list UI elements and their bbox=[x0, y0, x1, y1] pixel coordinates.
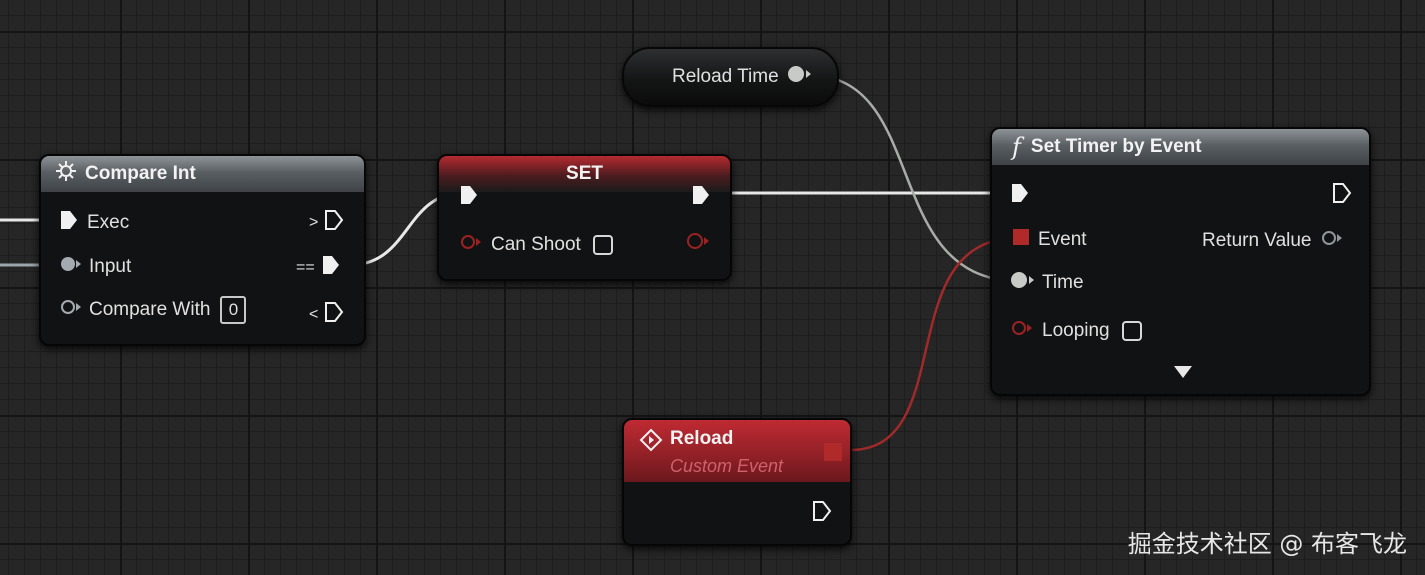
function-icon: f bbox=[1012, 133, 1021, 161]
less-label: < bbox=[309, 306, 319, 323]
input-pin-row[interactable]: Input bbox=[59, 254, 131, 280]
can-shoot-checkbox[interactable] bbox=[592, 235, 613, 255]
reload-event-header[interactable]: Reload Custom Event bbox=[624, 420, 850, 482]
watermark: 掘金技术社区 @ 布客飞龙 bbox=[1127, 530, 1407, 558]
exec-pin-icon[interactable] bbox=[459, 184, 479, 212]
exec-out-filled-icon[interactable] bbox=[691, 184, 711, 212]
can-shoot-label: Can Shoot bbox=[491, 234, 581, 255]
exec-label: Exec bbox=[87, 212, 130, 233]
reload-time-label: Reload Time bbox=[672, 66, 779, 87]
reload-time-variable-node[interactable]: Reload Time bbox=[622, 47, 839, 107]
exec-out-empty-icon[interactable] bbox=[324, 301, 344, 329]
timer-exec-out-pin-row[interactable] bbox=[1332, 182, 1352, 210]
equal-output-pin-row[interactable]: == bbox=[296, 254, 341, 282]
compare-int-header[interactable]: Compare Int bbox=[41, 156, 364, 192]
looping-pin-row[interactable]: Looping bbox=[1010, 318, 1142, 344]
time-label: Time bbox=[1042, 272, 1084, 293]
reload-exec-out-pin-row[interactable] bbox=[812, 500, 832, 528]
float-pin-icon[interactable] bbox=[1010, 270, 1036, 296]
set-timer-by-event-node[interactable]: f Set Timer by Event Event Return Value … bbox=[990, 127, 1371, 396]
less-output-pin-row[interactable]: < bbox=[309, 301, 344, 329]
looping-checkbox[interactable] bbox=[1121, 321, 1142, 341]
expand-advanced-arrow-icon[interactable] bbox=[1173, 365, 1193, 384]
reload-custom-event-node[interactable]: Reload Custom Event bbox=[622, 418, 852, 546]
set-timer-title: Set Timer by Event bbox=[1030, 136, 1202, 157]
input-label: Input bbox=[89, 256, 132, 277]
reload-event-subtitle: Custom Event bbox=[670, 456, 784, 476]
reload-event-title: Reload bbox=[670, 428, 734, 449]
set-exec-in-pin-row[interactable] bbox=[459, 184, 479, 212]
exec-out-empty-icon[interactable] bbox=[1332, 182, 1352, 210]
compare-int-node[interactable]: Compare Int Exec Input Compare With 0 > … bbox=[39, 154, 366, 346]
reload-time-pin-row[interactable]: Reload Time bbox=[672, 64, 813, 90]
compare-int-title: Compare Int bbox=[85, 163, 196, 184]
return-value-pin-row[interactable]: Return Value bbox=[1202, 228, 1344, 254]
bool-out-pin-icon[interactable] bbox=[685, 230, 711, 258]
delegate-out-pin-icon[interactable] bbox=[823, 442, 843, 468]
exec-out-empty-icon[interactable] bbox=[324, 209, 344, 237]
compare-with-label: Compare With bbox=[89, 299, 211, 320]
timer-exec-in-pin-row[interactable] bbox=[1010, 182, 1030, 210]
exec-out-empty-icon[interactable] bbox=[812, 500, 832, 528]
exec-out-filled-icon[interactable] bbox=[321, 254, 341, 282]
int-pin-filled-icon[interactable] bbox=[59, 254, 83, 280]
exec-pin-icon[interactable] bbox=[1010, 182, 1030, 210]
event-label: Event bbox=[1038, 229, 1087, 250]
float-out-pin-icon[interactable] bbox=[787, 64, 813, 90]
exec-input-pin-row[interactable]: Exec bbox=[59, 209, 129, 237]
set-exec-out-pin-row[interactable] bbox=[691, 184, 711, 212]
time-pin-row[interactable]: Time bbox=[1010, 270, 1084, 296]
set-node[interactable]: SET Can Shoot bbox=[437, 154, 732, 281]
compare-with-value-field[interactable]: 0 bbox=[220, 296, 247, 324]
int-pin-empty-icon[interactable] bbox=[59, 297, 83, 323]
compare-with-pin-row[interactable]: Compare With 0 bbox=[59, 296, 247, 324]
set-timer-header[interactable]: f Set Timer by Event bbox=[992, 129, 1369, 165]
return-value-label: Return Value bbox=[1202, 230, 1312, 251]
event-pin-row[interactable]: Event bbox=[1012, 228, 1087, 252]
exec-pin-icon[interactable] bbox=[59, 209, 79, 237]
can-shoot-pin-row[interactable]: Can Shoot bbox=[459, 232, 613, 258]
handle-out-pin-icon[interactable] bbox=[1320, 228, 1344, 254]
can-shoot-output-pin-row[interactable] bbox=[685, 230, 711, 258]
bool-pin-icon[interactable] bbox=[1010, 318, 1034, 344]
delegate-pin-icon[interactable] bbox=[1012, 228, 1030, 252]
bool-pin-icon[interactable] bbox=[459, 232, 483, 258]
set-title: SET bbox=[566, 163, 603, 184]
greater-label: > bbox=[309, 214, 319, 231]
set-header[interactable]: SET bbox=[439, 156, 730, 192]
event-diamond-icon bbox=[638, 428, 664, 458]
macro-gear-icon bbox=[55, 160, 77, 188]
float-wire-reload-time bbox=[807, 73, 1019, 283]
greater-output-pin-row[interactable]: > bbox=[309, 209, 344, 237]
looping-label: Looping bbox=[1042, 320, 1110, 341]
equal-label: == bbox=[296, 259, 315, 276]
